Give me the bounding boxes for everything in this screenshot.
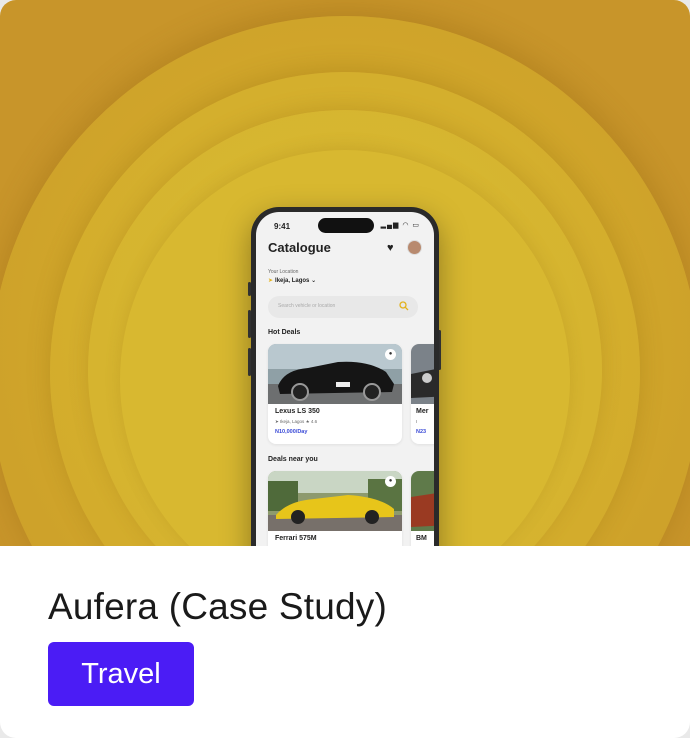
search-input: Search vehicle or location (268, 296, 418, 318)
car-photo (411, 471, 434, 531)
car-photo (411, 344, 434, 404)
car-price: N23 (416, 429, 427, 435)
car-card: ● Lexus LS 350 ➤ Ikeja, Lagos ★ 4.6 N10,… (268, 344, 402, 444)
car-photo (268, 344, 402, 404)
navigation-icon: ➤ (268, 278, 274, 284)
search-icon (399, 301, 409, 311)
dynamic-island (318, 218, 374, 233)
car-location: Ikeja, Lagos (280, 419, 305, 424)
phone-screen: 9:41 ▂▄▆ ◠ ▭ Catalogue ♥ Your Location ➤… (256, 212, 434, 546)
hot-deals-heading: Hot Deals (268, 329, 301, 336)
search-placeholder: Search vehicle or location (278, 303, 336, 309)
status-time: 9:41 (274, 222, 291, 231)
location-label: Your Location (268, 269, 299, 275)
user-icon: ● (385, 349, 396, 360)
category-tag[interactable]: Travel (48, 642, 194, 706)
user-icon: ● (385, 476, 396, 487)
car-name: Ferrari 575M (275, 535, 317, 542)
car-name: BM (416, 535, 427, 542)
heart-icon: ♥ (387, 242, 394, 254)
car-meta: ➤ Ikeja, Lagos ★ 4.6 (275, 419, 318, 424)
location-selector: ➤ Ikeja, Lagos ⌄ (268, 277, 316, 284)
car-card: ● Ferrari 575M (268, 471, 402, 546)
status-icons: ▂▄▆ ◠ ▭ (380, 222, 420, 229)
avatar (407, 240, 422, 255)
project-card[interactable]: 9:41 ▂▄▆ ◠ ▭ Catalogue ♥ Your Location ➤… (0, 0, 690, 738)
car-location: I (416, 419, 418, 424)
car-name: Lexus LS 350 (275, 408, 320, 415)
hero-image: 9:41 ▂▄▆ ◠ ▭ Catalogue ♥ Your Location ➤… (0, 0, 690, 546)
car-photo (268, 471, 402, 531)
car-name: Mer (416, 408, 429, 415)
deals-near-heading: Deals near you (268, 456, 318, 463)
app-title: Catalogue (268, 240, 331, 255)
chevron-down-icon: ⌄ (311, 278, 317, 284)
car-price: N10,000/Day (275, 429, 308, 435)
car-card: BM (411, 471, 434, 546)
location-value: Ikeja, Lagos (275, 278, 310, 284)
phone-mockup: 9:41 ▂▄▆ ◠ ▭ Catalogue ♥ Your Location ➤… (251, 207, 439, 546)
car-card: Mer I N23 (411, 344, 434, 444)
card-title[interactable]: Aufera (Case Study) (48, 586, 387, 628)
car-rating: 4.6 (310, 419, 318, 424)
